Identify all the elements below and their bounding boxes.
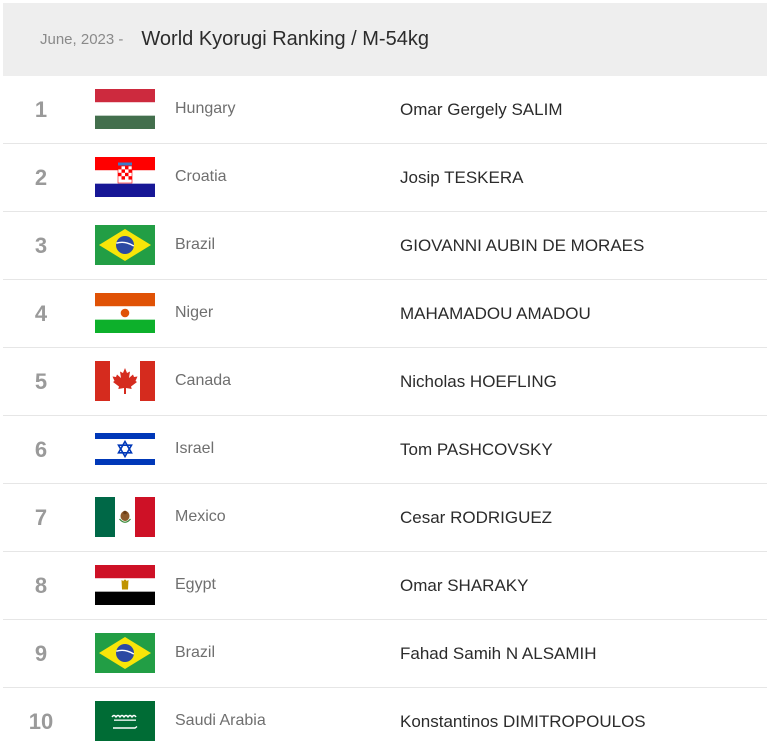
country-name: Hungary [175,100,236,117]
ranking-title: World Kyorugi Ranking / M-54kg [141,28,429,50]
rank-number: 9 [34,641,48,666]
flag-israel-icon [95,429,155,469]
country-name: Israel [175,440,215,457]
rank-number: 8 [34,573,48,598]
ranking-header: June, 2023 - World Kyorugi Ranking / M-5… [3,3,767,76]
ranking-list: 1 Hungary Omar Gergely SALIM 2 Croatia J… [3,76,767,756]
ranking-row[interactable]: 5 Canada Nicholas HOEFLING [3,348,767,416]
flag-brazil-icon [95,225,155,265]
ranking-row[interactable]: 9 Brazil Fahad Samih N ALSAMIH [3,620,767,688]
ranking-row[interactable]: 1 Hungary Omar Gergely SALIM [3,76,767,144]
rank-number: 1 [34,97,48,122]
rank-number: 3 [34,233,48,258]
flag-brazil-icon [95,633,155,673]
ranking-row[interactable]: 7 Mexico Cesar RODRIGUEZ [3,484,767,552]
country-name: Niger [175,304,214,321]
flag-niger-icon [95,293,155,333]
athlete-name[interactable]: Nicholas HOEFLING [400,348,557,416]
rank-number: 2 [34,165,48,190]
country-name: Egypt [175,576,216,593]
athlete-name[interactable]: Omar Gergely SALIM [400,76,563,144]
athlete-name[interactable]: Konstantinos DIMITROPOULOS [400,688,646,756]
ranking-row[interactable]: 8 Egypt Omar SHARAKY [3,552,767,620]
ranking-row[interactable]: 4 Niger MAHAMADOU AMADOU [3,280,767,348]
country-name: Brazil [175,644,216,661]
country-name: Brazil [175,236,216,253]
ranking-row[interactable]: 2 Croatia Josip TESKERA [3,144,767,212]
rank-number: 10 [28,709,54,734]
athlete-name[interactable]: Omar SHARAKY [400,552,528,620]
ranking-row[interactable]: 6 Israel Tom PASHCOVSKY [3,416,767,484]
ranking-row[interactable]: 3 Brazil GIOVANNI AUBIN DE MORAES [3,212,767,280]
rank-number: 6 [34,437,48,462]
athlete-name[interactable]: GIOVANNI AUBIN DE MORAES [400,212,644,280]
rank-number: 7 [34,505,48,530]
athlete-name[interactable]: Tom PASHCOVSKY [400,416,553,484]
athlete-name[interactable]: MAHAMADOU AMADOU [400,280,591,348]
flag-egypt-icon [95,565,155,605]
ranking-panel: June, 2023 - World Kyorugi Ranking / M-5… [0,0,771,753]
flag-hungary-icon [95,89,155,129]
ranking-date: June, 2023 - [40,31,124,48]
flag-saudi-arabia-icon [95,701,155,741]
flag-mexico-icon [95,497,155,537]
rank-number: 5 [34,369,48,394]
country-name: Mexico [175,508,226,525]
athlete-name[interactable]: Cesar RODRIGUEZ [400,484,552,552]
athlete-name[interactable]: Josip TESKERA [400,144,523,212]
country-name: Saudi Arabia [175,712,266,729]
country-name: Croatia [175,168,227,185]
country-name: Canada [175,372,232,389]
flag-croatia-icon [95,157,155,197]
rank-number: 4 [34,301,48,326]
ranking-row[interactable]: 10 Saudi Arabia Konstantinos DIMITROPOUL… [3,688,767,756]
athlete-name[interactable]: Fahad Samih N ALSAMIH [400,620,597,688]
flag-canada-icon [95,361,155,401]
